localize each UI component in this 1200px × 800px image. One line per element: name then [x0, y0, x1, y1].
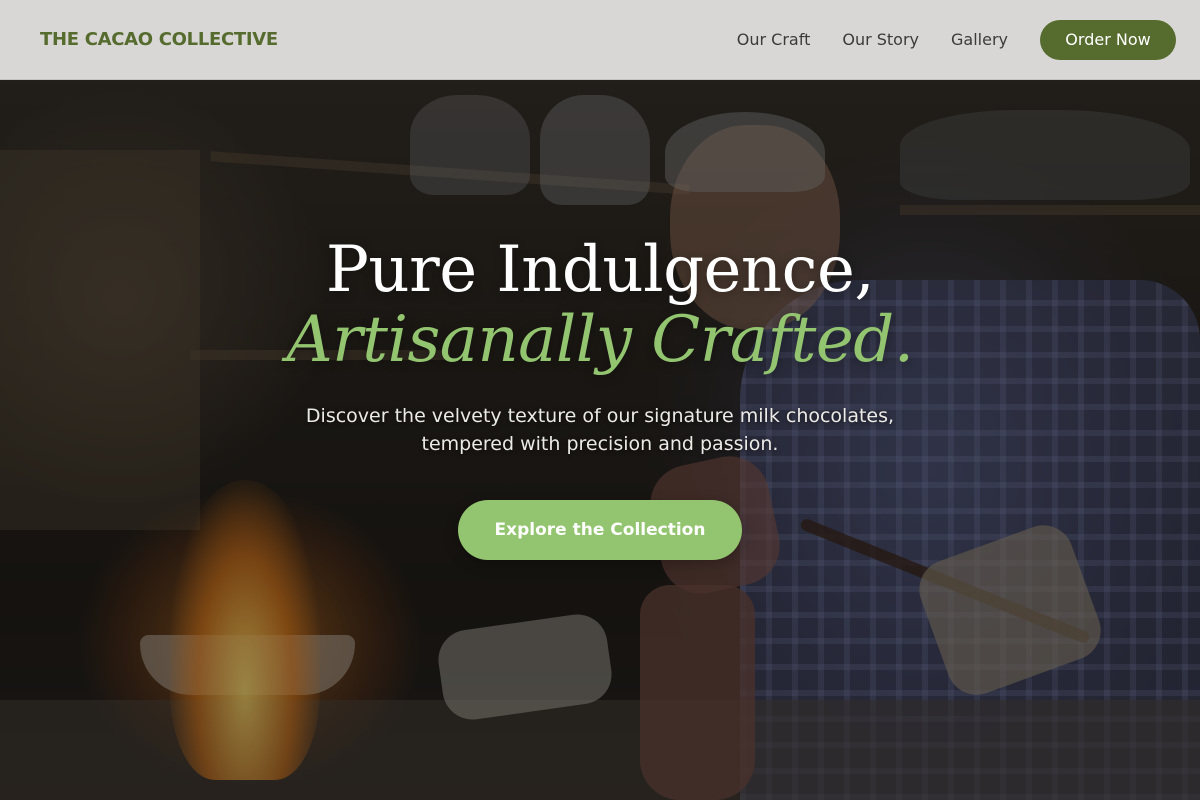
nav-link-our-craft[interactable]: Our Craft	[737, 30, 811, 49]
nav-link-gallery[interactable]: Gallery	[951, 30, 1008, 49]
top-navbar: THE CACAO COLLECTIVE Our Craft Our Story…	[0, 0, 1200, 80]
headline-line-2: Artisanally Crafted.	[286, 303, 914, 377]
hero-tagline: Discover the velvety texture of our sign…	[305, 405, 895, 455]
order-now-button[interactable]: Order Now	[1040, 19, 1176, 60]
explore-collection-button[interactable]: Explore the Collection	[458, 500, 742, 560]
brand-logo-link[interactable]: THE CACAO COLLECTIVE	[40, 29, 278, 50]
hero-headline: Pure Indulgence, Artisanally Crafted.	[0, 232, 1200, 378]
nav-link-our-story[interactable]: Our Story	[842, 30, 919, 49]
headline-line-1: Pure Indulgence,	[325, 233, 875, 307]
hero-content: Pure Indulgence, Artisanally Crafted. Di…	[0, 232, 1200, 560]
nav-links: Our Craft Our Story Gallery Order Now	[737, 19, 1176, 60]
